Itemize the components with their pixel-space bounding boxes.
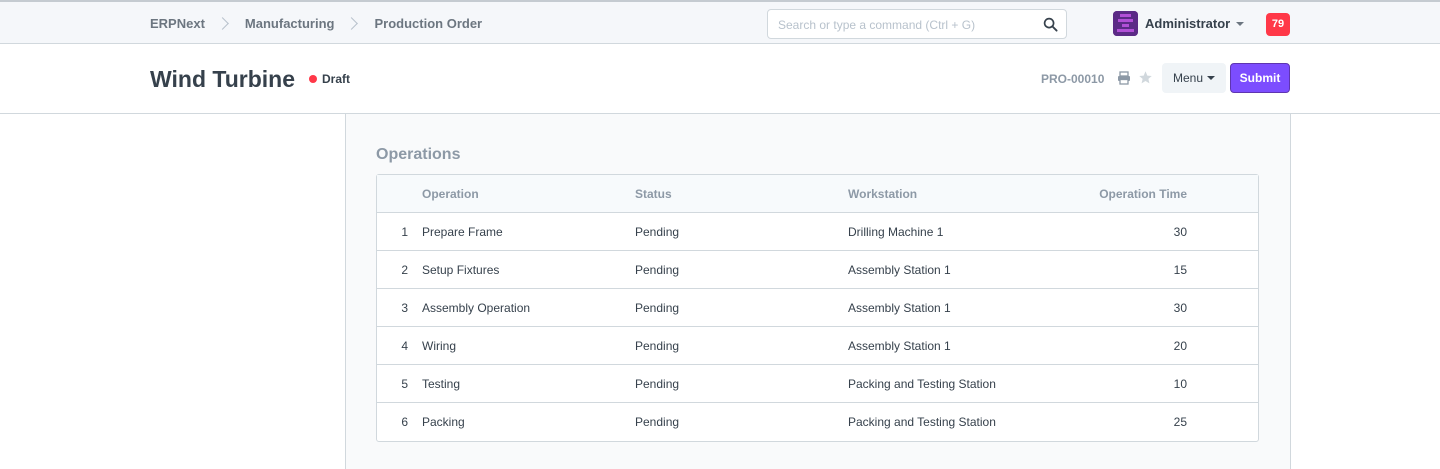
workstation-cell[interactable]: Drilling Machine 1 [848, 225, 943, 239]
status-cell[interactable]: Pending [635, 339, 679, 353]
operation-cell[interactable]: Assembly Operation [422, 301, 530, 315]
star-icon[interactable] [1138, 70, 1153, 85]
page-header: Wind Turbine Draft PRO-00010 Menu Submit [0, 44, 1440, 114]
submit-button[interactable]: Submit [1230, 63, 1290, 93]
breadcrumb-production-order[interactable]: Production Order [374, 16, 482, 31]
column-header-status: Status [635, 186, 672, 201]
row-index: 5 [401, 376, 408, 391]
breadcrumb-manufacturing[interactable]: Manufacturing [245, 16, 335, 31]
notification-badge[interactable]: 79 [1266, 13, 1290, 36]
workstation-cell[interactable]: Assembly Station 1 [848, 263, 951, 277]
status-label: Draft [322, 72, 351, 86]
user-dropdown[interactable]: Administrator [1113, 11, 1245, 36]
operation-time-cell[interactable]: 30 [1174, 301, 1187, 315]
row-index: 2 [401, 262, 408, 277]
row-index: 1 [401, 224, 408, 239]
status-cell[interactable]: Pending [635, 377, 679, 391]
status-cell[interactable]: Pending [635, 263, 679, 277]
row-index: 4 [401, 338, 408, 353]
workstation-cell[interactable]: Packing and Testing Station [848, 415, 996, 429]
search-input[interactable]: Search or type a command (Ctrl + G) [767, 9, 1067, 39]
status-cell[interactable]: Pending [635, 415, 679, 429]
avatar [1113, 11, 1138, 36]
table-header: Operation Status Workstation Operation T… [377, 175, 1258, 213]
operation-cell[interactable]: Setup Fixtures [422, 263, 499, 277]
workstation-cell[interactable]: Assembly Station 1 [848, 339, 951, 353]
search-placeholder: Search or type a command (Ctrl + G) [778, 18, 976, 32]
table-row[interactable]: 4 Wiring Pending Assembly Station 1 20 [377, 327, 1258, 365]
operation-time-cell[interactable]: 10 [1174, 377, 1187, 391]
chevron-down-icon [1236, 21, 1245, 26]
table-row[interactable]: 3 Assembly Operation Pending Assembly St… [377, 289, 1258, 327]
print-icon[interactable] [1117, 71, 1131, 85]
table-row[interactable]: 5 Testing Pending Packing and Testing St… [377, 365, 1258, 403]
form-body: Operations Operation Status Workstation … [345, 114, 1291, 469]
row-index: 3 [401, 300, 408, 315]
search-icon[interactable] [1043, 17, 1058, 32]
menu-button[interactable]: Menu [1162, 63, 1226, 93]
user-name: Administrator [1145, 16, 1231, 31]
page-title: Wind Turbine [150, 66, 296, 92]
workstation-cell[interactable]: Assembly Station 1 [848, 301, 951, 315]
column-header-operation-time: Operation Time [1099, 186, 1187, 201]
table-row[interactable]: 1 Prepare Frame Pending Drilling Machine… [377, 213, 1258, 251]
operation-cell[interactable]: Testing [422, 377, 460, 391]
chevron-right-icon [216, 16, 229, 30]
table-row[interactable]: 6 Packing Pending Packing and Testing St… [377, 403, 1258, 441]
status-cell[interactable]: Pending [635, 225, 679, 239]
chevron-right-icon [345, 16, 359, 30]
column-header-operation: Operation [422, 186, 479, 201]
navbar: ERPNext Manufacturing Production Order S… [0, 0, 1440, 44]
operation-cell[interactable]: Wiring [422, 339, 456, 353]
workstation-cell[interactable]: Packing and Testing Station [848, 377, 996, 391]
document-name: PRO-00010 [1041, 72, 1105, 86]
operation-time-cell[interactable]: 25 [1174, 415, 1187, 429]
operation-cell[interactable]: Packing [422, 415, 465, 429]
status-cell[interactable]: Pending [635, 301, 679, 315]
operation-time-cell[interactable]: 15 [1174, 263, 1187, 277]
status-dot [309, 75, 317, 83]
chevron-down-icon [1207, 76, 1216, 80]
breadcrumb-erpnext[interactable]: ERPNext [150, 16, 205, 31]
operation-cell[interactable]: Prepare Frame [422, 225, 503, 239]
row-index: 6 [401, 415, 408, 429]
operation-time-cell[interactable]: 30 [1174, 225, 1187, 239]
operation-time-cell[interactable]: 20 [1174, 339, 1187, 353]
table-row[interactable]: 2 Setup Fixtures Pending Assembly Statio… [377, 251, 1258, 289]
breadcrumb: ERPNext Manufacturing Production Order [150, 2, 482, 44]
operations-table: Operation Status Workstation Operation T… [376, 174, 1259, 442]
menu-label: Menu [1172, 71, 1204, 85]
column-header-workstation: Workstation [848, 186, 918, 201]
status-badge: Draft [309, 72, 350, 86]
section-title: Operations [376, 146, 461, 163]
